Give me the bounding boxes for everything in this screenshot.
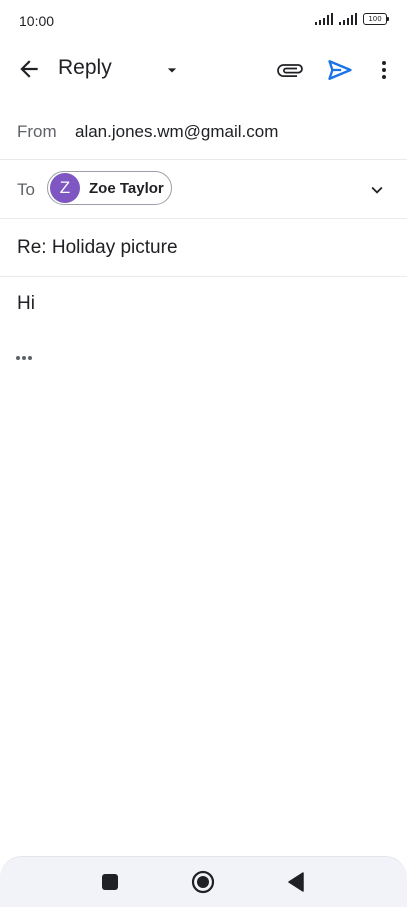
from-address[interactable]: alan.jones.wm@gmail.com [75, 122, 278, 142]
message-body[interactable]: Hi [17, 293, 35, 315]
paperclip-icon[interactable] [276, 56, 304, 84]
battery-icon: 100 [363, 13, 389, 25]
recipient-name: Zoe Taylor [89, 179, 164, 197]
more-horiz-icon[interactable] [14, 350, 38, 366]
from-label: From [17, 122, 57, 141]
status-bar: 10:00 100 [0, 0, 407, 44]
to-label: To [17, 180, 35, 199]
avatar: Z [50, 173, 80, 203]
status-time: 10:00 [19, 13, 55, 29]
caret-down-icon[interactable] [162, 60, 182, 80]
system-nav-bar [0, 856, 407, 907]
compose-mode-title[interactable]: Reply [58, 56, 112, 80]
to-row[interactable]: To Z Zoe Taylor [0, 160, 407, 219]
subject-row[interactable]: Re: Holiday picture [0, 219, 407, 277]
arrow-left-icon[interactable] [16, 56, 42, 82]
recipient-chip[interactable]: Z Zoe Taylor [47, 171, 172, 205]
from-row: From alan.jones.wm@gmail.com [0, 104, 407, 160]
signal-icon [315, 13, 333, 25]
circle-icon[interactable] [191, 870, 215, 894]
send-icon[interactable] [326, 56, 354, 84]
chevron-down-icon[interactable] [366, 179, 388, 201]
subject-field[interactable]: Re: Holiday picture [17, 237, 178, 259]
status-icons: 100 [315, 13, 389, 25]
compose-toolbar: Reply [0, 44, 407, 92]
more-vert-icon[interactable] [372, 56, 396, 84]
square-icon[interactable] [98, 870, 122, 894]
triangle-back-icon[interactable] [284, 870, 308, 894]
signal-icon-2 [339, 13, 357, 25]
